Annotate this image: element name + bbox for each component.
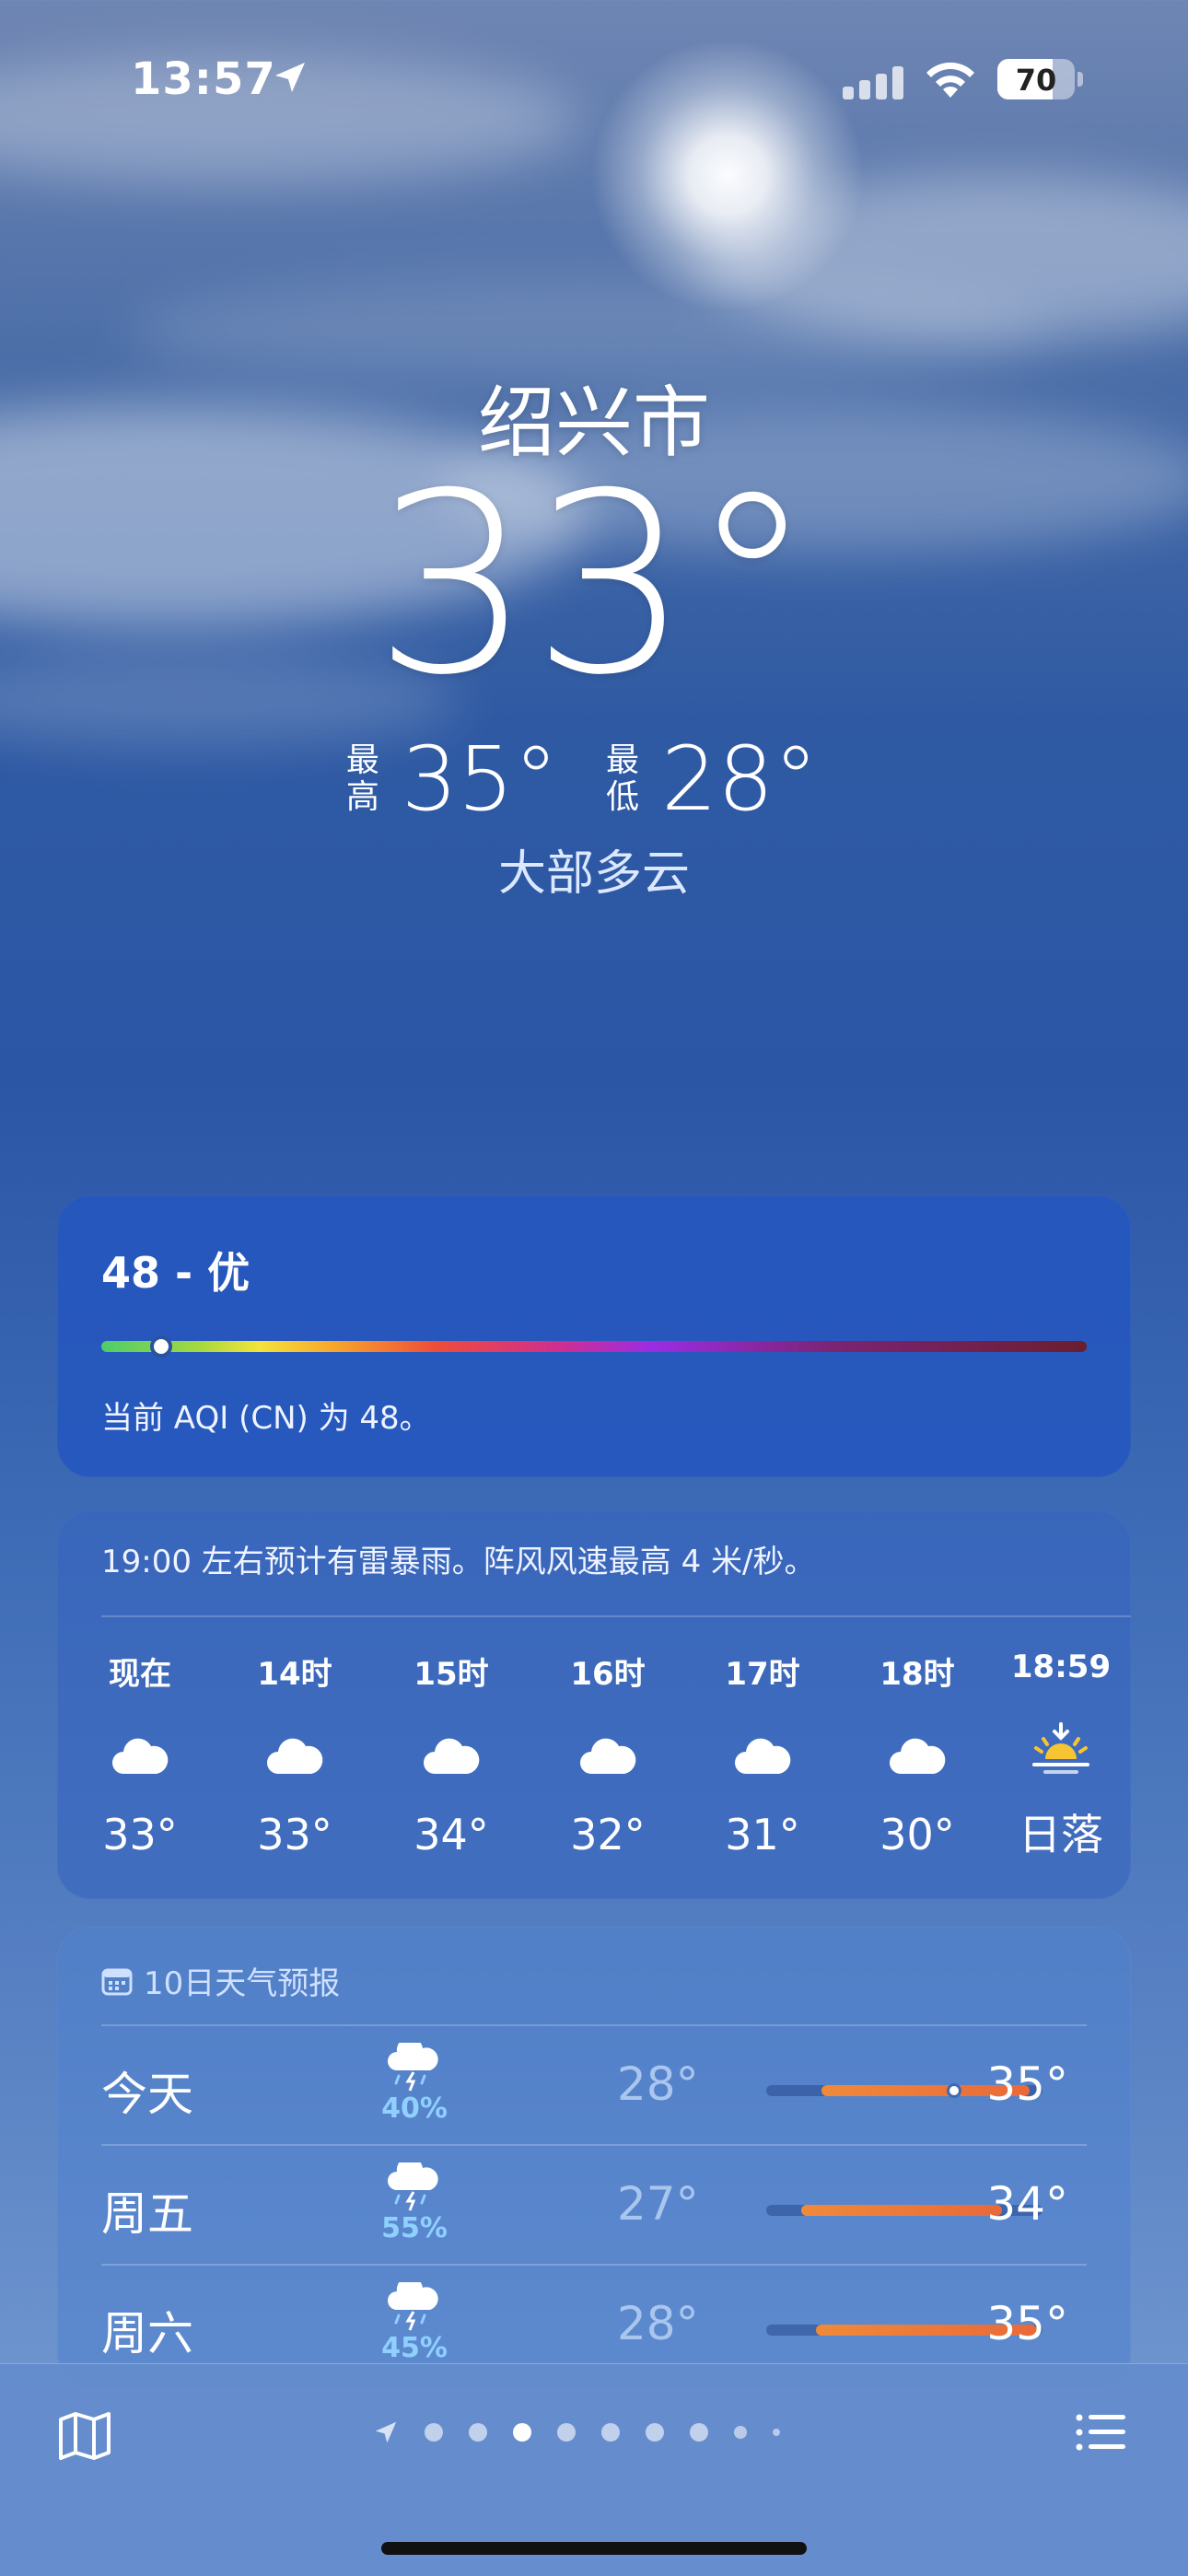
wifi-icon: [926, 62, 974, 98]
ten-day-title: 10日天气预报: [144, 1965, 341, 2002]
weather-condition: 大部多云: [497, 846, 690, 902]
location-arrow-icon[interactable]: [373, 2419, 399, 2445]
aqi-card[interactable]: 48 - 优 当前 AQI (CN) 为 48。: [57, 1195, 1131, 1477]
page-dot[interactable]: [601, 2423, 620, 2442]
page-dot[interactable]: [773, 2429, 780, 2436]
precip-chance: 45%: [381, 2332, 448, 2364]
hour-item: 18:59 日落: [1006, 1649, 1116, 1862]
cellular-signal-icon: [843, 66, 903, 99]
hour-item: 现在 33°: [85, 1649, 195, 1859]
cloud-icon: [735, 1738, 791, 1774]
cloud-icon: [890, 1738, 946, 1774]
page-dot[interactable]: [425, 2423, 443, 2442]
day-low: 28°: [617, 2057, 699, 2111]
aqi-title: 48 - 优: [101, 1248, 250, 1298]
daily-row[interactable]: 周五 55% 27° 34°: [101, 2144, 1087, 2264]
list-icon[interactable]: [1076, 2412, 1127, 2453]
day-high: 35°: [986, 2057, 1068, 2111]
day-low: 28°: [617, 2297, 699, 2350]
page-dot[interactable]: [734, 2426, 747, 2439]
page-dot[interactable]: [690, 2423, 708, 2442]
hour-time: 14时: [257, 1656, 332, 1693]
calendar-icon: [101, 1968, 133, 1995]
thunderstorm-icon: [388, 2156, 438, 2211]
hour-item: 15时 34°: [396, 1649, 507, 1859]
day-name: 周五: [101, 2187, 193, 2241]
hour-temp: 33°: [102, 1810, 178, 1859]
thunderstorm-icon: [388, 2036, 438, 2092]
page-dot-active[interactable]: [513, 2423, 531, 2442]
temp-range-bar: [801, 2205, 1002, 2216]
day-high: 35°: [986, 2297, 1068, 2350]
battery-percent: 70: [1015, 63, 1057, 98]
page-dot[interactable]: [557, 2423, 576, 2442]
high-label: 最高: [345, 741, 379, 816]
hour-time: 15时: [413, 1656, 489, 1693]
ten-day-header: 10日天气预报: [101, 1958, 340, 2003]
daily-weather: 40%: [368, 2036, 460, 2125]
location-arrow-icon: [275, 63, 305, 92]
status-bar: 13:57 70: [0, 53, 1188, 109]
hour-temp: 34°: [413, 1810, 489, 1859]
sunset-icon: [1032, 1722, 1089, 1774]
divider: [101, 1615, 1131, 1617]
precip-chance: 40%: [381, 2092, 448, 2125]
high-low: 最高 35° 最低 28°: [0, 728, 1188, 831]
page-indicator[interactable]: [373, 2419, 780, 2445]
daily-row[interactable]: 今天 40% 28° 35°: [101, 2024, 1087, 2144]
map-icon[interactable]: [57, 2410, 112, 2462]
battery-icon: 70: [997, 59, 1083, 99]
hour-temp: 32°: [570, 1810, 646, 1859]
hourly-note: 19:00 左右预计有雷暴雨。阵风风速最高 4 米/秒。: [101, 1544, 816, 1580]
cloud-icon: [424, 1738, 480, 1774]
hour-item: 18时 30°: [862, 1649, 973, 1859]
hour-time: 17时: [725, 1656, 800, 1693]
hour-item: 14时 33°: [239, 1649, 350, 1859]
hour-item: 16时 32°: [553, 1649, 663, 1859]
home-indicator[interactable]: [381, 2542, 807, 2555]
hour-time: 16时: [570, 1656, 646, 1693]
hour-time: 18时: [879, 1656, 955, 1693]
aqi-indicator: [150, 1335, 172, 1358]
hour-time: 现在: [109, 1656, 171, 1693]
hour-time: 18:59: [1010, 1649, 1112, 1685]
daily-weather: 55%: [368, 2156, 460, 2244]
hour-item: 17时 31°: [707, 1649, 818, 1859]
hour-temp: 30°: [879, 1810, 955, 1859]
cloud-icon: [580, 1738, 636, 1774]
aqi-description: 当前 AQI (CN) 为 48。: [101, 1400, 431, 1437]
cloud-icon: [112, 1738, 169, 1774]
status-time: 13:57: [131, 53, 276, 105]
precip-chance: 55%: [381, 2212, 448, 2244]
day-low: 27°: [617, 2177, 699, 2231]
ten-day-forecast-card[interactable]: 10日天气预报 今天 40% 28° 35° 周五 55% 27° 34° 周六…: [57, 1927, 1131, 2387]
cloud-icon: [267, 1738, 323, 1774]
low-temperature: 28°: [661, 728, 819, 831]
current-temp-marker: [947, 2083, 961, 2098]
day-name: 周六: [101, 2307, 193, 2360]
daily-weather: 45%: [368, 2276, 460, 2364]
page-dot[interactable]: [469, 2423, 487, 2442]
day-name: 今天: [101, 2068, 193, 2121]
hour-temp: 日落: [1019, 1810, 1103, 1859]
hourly-forecast-card[interactable]: 19:00 左右预计有雷暴雨。阵风风速最高 4 米/秒。 现在 33° 14时 …: [57, 1510, 1131, 1899]
hour-temp: 31°: [725, 1810, 800, 1859]
page-dot[interactable]: [646, 2423, 664, 2442]
high-temperature: 35°: [401, 728, 558, 831]
thunderstorm-icon: [388, 2276, 438, 2331]
aqi-scale-bar: [101, 1341, 1087, 1352]
hour-temp: 33°: [257, 1810, 332, 1859]
low-label: 最低: [605, 741, 639, 816]
current-temperature: 33°: [373, 439, 815, 729]
day-high: 34°: [986, 2177, 1068, 2231]
